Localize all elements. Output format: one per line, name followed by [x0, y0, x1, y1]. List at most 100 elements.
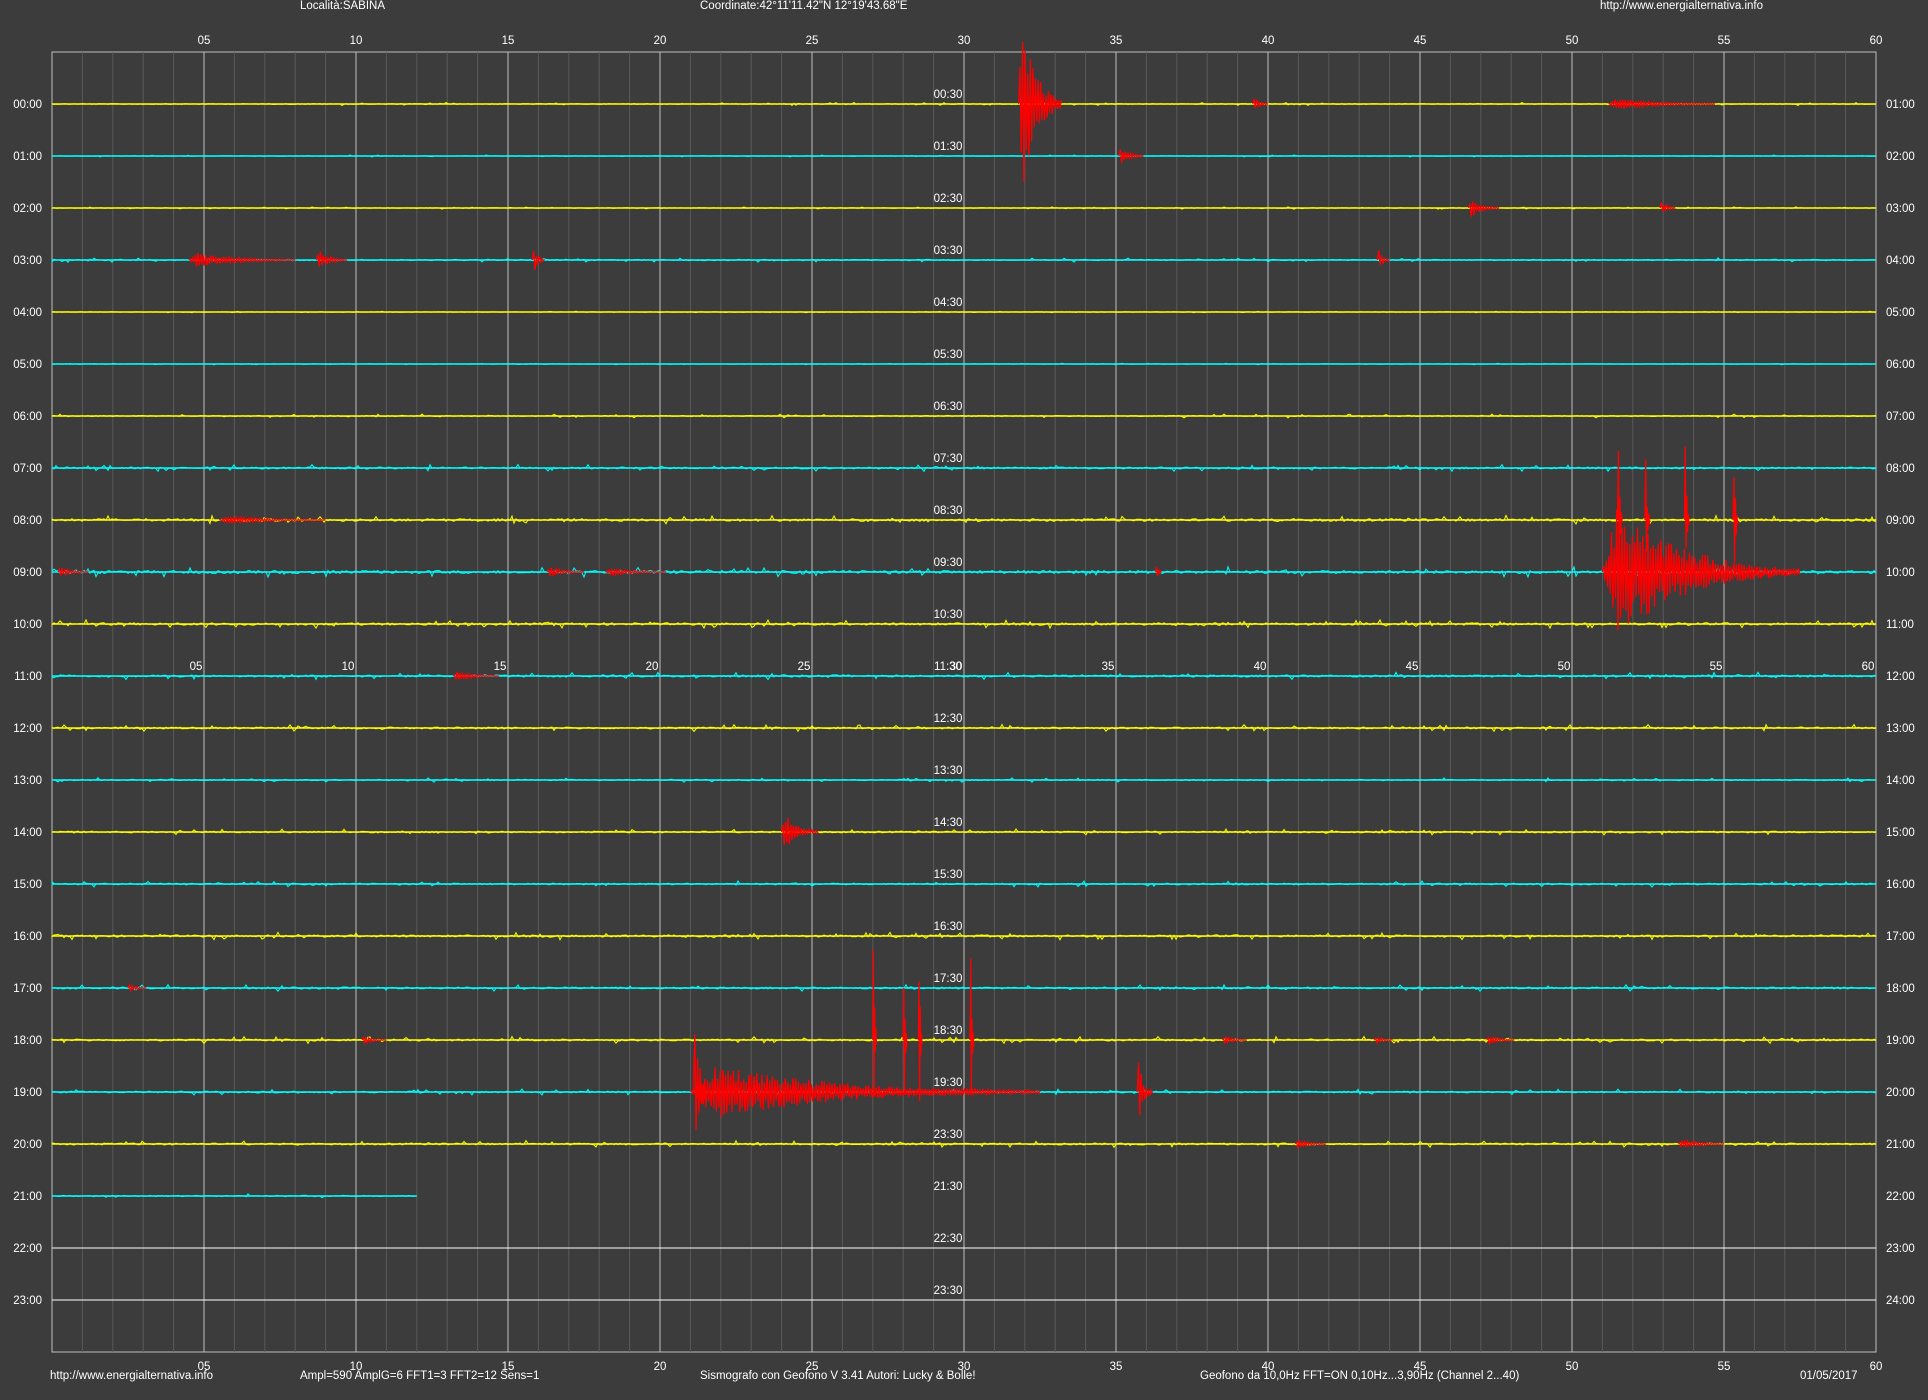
right-hour-label: 05:00	[1886, 307, 1915, 319]
left-hour-label: 09:00	[13, 567, 42, 579]
left-hour-label: 07:00	[13, 463, 42, 475]
bottom-minute-label: 20	[654, 1361, 667, 1373]
mid-hour-label: 00:30	[934, 89, 963, 101]
seismic-event	[546, 566, 585, 576]
right-hour-label: 16:00	[1886, 879, 1915, 891]
right-hour-label: 17:00	[1886, 931, 1915, 943]
top-minute-label: 40	[1262, 35, 1275, 47]
right-hour-label: 09:00	[1886, 515, 1915, 527]
mid-hour-label: 02:30	[934, 193, 963, 205]
mid-hour-label: 19:30	[934, 1077, 963, 1089]
inner-minute-label: 55	[1710, 661, 1723, 673]
right-hour-label: 24:00	[1886, 1295, 1915, 1307]
seismic-event	[1154, 566, 1163, 576]
seismic-event	[219, 514, 326, 525]
seismic-event	[1294, 1139, 1326, 1149]
left-hour-label: 06:00	[13, 411, 42, 423]
seismic-event	[1376, 250, 1391, 265]
mid-hour-label: 22:30	[934, 1233, 963, 1245]
left-hour-label: 19:00	[13, 1087, 42, 1099]
right-hour-label: 04:00	[1886, 255, 1915, 267]
mid-hour-label: 11:30	[934, 661, 962, 673]
mid-hour-label: 21:30	[934, 1181, 963, 1193]
left-hour-label: 01:00	[13, 151, 42, 163]
right-hour-label: 19:00	[1886, 1035, 1915, 1047]
top-minute-label: 20	[654, 35, 667, 47]
left-hour-label: 00:00	[13, 99, 42, 111]
left-hour-label: 17:00	[13, 983, 42, 995]
seismic-event	[1601, 509, 1801, 631]
bottom-minute-label: 35	[1110, 1361, 1123, 1373]
seismic-event	[1677, 1139, 1725, 1149]
amplification-settings: Ampl=590 AmplG=6 FFT1=3 FFT2=12 Sens=1	[300, 1370, 540, 1382]
right-hour-label: 06:00	[1886, 359, 1915, 371]
inner-minute-label: 15	[494, 661, 507, 673]
bottom-minute-label: 50	[1566, 1361, 1579, 1373]
inner-minute-label: 40	[1254, 661, 1267, 673]
mid-hour-label: 07:30	[934, 453, 963, 465]
mid-hour-label: 12:30	[934, 713, 963, 725]
top-minute-label: 45	[1414, 35, 1427, 47]
right-hour-label: 18:00	[1886, 983, 1915, 995]
right-hour-label: 01:00	[1886, 99, 1915, 111]
mid-hour-label: 09:30	[934, 557, 963, 569]
left-hour-label: 20:00	[13, 1139, 42, 1151]
seismic-event	[1683, 446, 1690, 549]
seismic-event	[1467, 201, 1500, 217]
seismic-event	[780, 817, 819, 846]
right-hour-label: 12:00	[1886, 671, 1915, 683]
right-hour-label: 08:00	[1886, 463, 1915, 475]
left-hour-label: 15:00	[13, 879, 42, 891]
mid-hour-label: 13:30	[934, 765, 963, 777]
seismic-event	[1118, 149, 1144, 163]
top-minute-label: 25	[806, 35, 819, 47]
mid-hour-label: 16:30	[934, 921, 963, 933]
inner-minute-label: 35	[1102, 661, 1115, 673]
seismic-event	[1659, 202, 1676, 213]
right-hour-label: 15:00	[1886, 827, 1915, 839]
right-hour-label: 21:00	[1886, 1139, 1915, 1151]
seismic-event	[690, 1067, 1041, 1118]
left-hour-label: 22:00	[13, 1243, 42, 1255]
top-minute-label: 30	[958, 35, 971, 47]
left-hour-label: 10:00	[13, 619, 42, 631]
left-hour-label: 03:00	[13, 255, 42, 267]
top-minute-label: 15	[502, 35, 515, 47]
top-minute-label: 35	[1110, 35, 1123, 47]
mid-hour-label: 04:30	[934, 297, 963, 309]
top-minute-label: 10	[350, 35, 363, 47]
seismic-event	[902, 987, 908, 1095]
top-minute-label: 50	[1566, 35, 1579, 47]
software-credits: Sismografo con Geofono V 3.41 Autori: Lu…	[700, 1370, 976, 1382]
seismic-event	[1732, 477, 1739, 564]
date-label: 01/05/2017	[1800, 1370, 1858, 1382]
right-hour-label: 22:00	[1886, 1191, 1915, 1203]
seismic-event	[1221, 1035, 1247, 1045]
inner-minute-label: 25	[798, 661, 811, 673]
top-minute-label: 55	[1718, 35, 1731, 47]
mid-hour-label: 01:30	[934, 141, 963, 153]
right-hour-label: 20:00	[1886, 1087, 1915, 1099]
mid-hour-label: 23:30	[934, 1285, 963, 1297]
seismic-event	[1486, 1035, 1515, 1045]
seismic-event	[188, 252, 296, 267]
seismic-event	[361, 1035, 387, 1046]
seismic-event	[452, 671, 500, 681]
left-hour-label: 14:00	[13, 827, 42, 839]
seismic-event	[1136, 1062, 1154, 1116]
right-hour-label: 10:00	[1886, 567, 1915, 579]
footer-website-link[interactable]: http://www.energialternativa.info	[50, 1370, 213, 1382]
top-minute-label: 60	[1870, 35, 1883, 47]
left-hour-label: 11:00	[14, 671, 42, 683]
seismic-event	[1644, 459, 1651, 552]
mid-hour-label: 17:30	[934, 973, 963, 985]
mid-hour-label: 06:30	[934, 401, 963, 413]
seismic-event	[57, 567, 89, 578]
right-hour-label: 13:00	[1886, 723, 1915, 735]
inner-minute-label: 60	[1862, 661, 1875, 673]
bottom-minute-label: 60	[1870, 1361, 1883, 1373]
inner-minute-label: 05	[190, 661, 203, 673]
right-hour-label: 02:00	[1886, 151, 1915, 163]
mid-hour-label: 08:30	[934, 505, 963, 517]
mid-hour-label: 18:30	[934, 1025, 963, 1037]
